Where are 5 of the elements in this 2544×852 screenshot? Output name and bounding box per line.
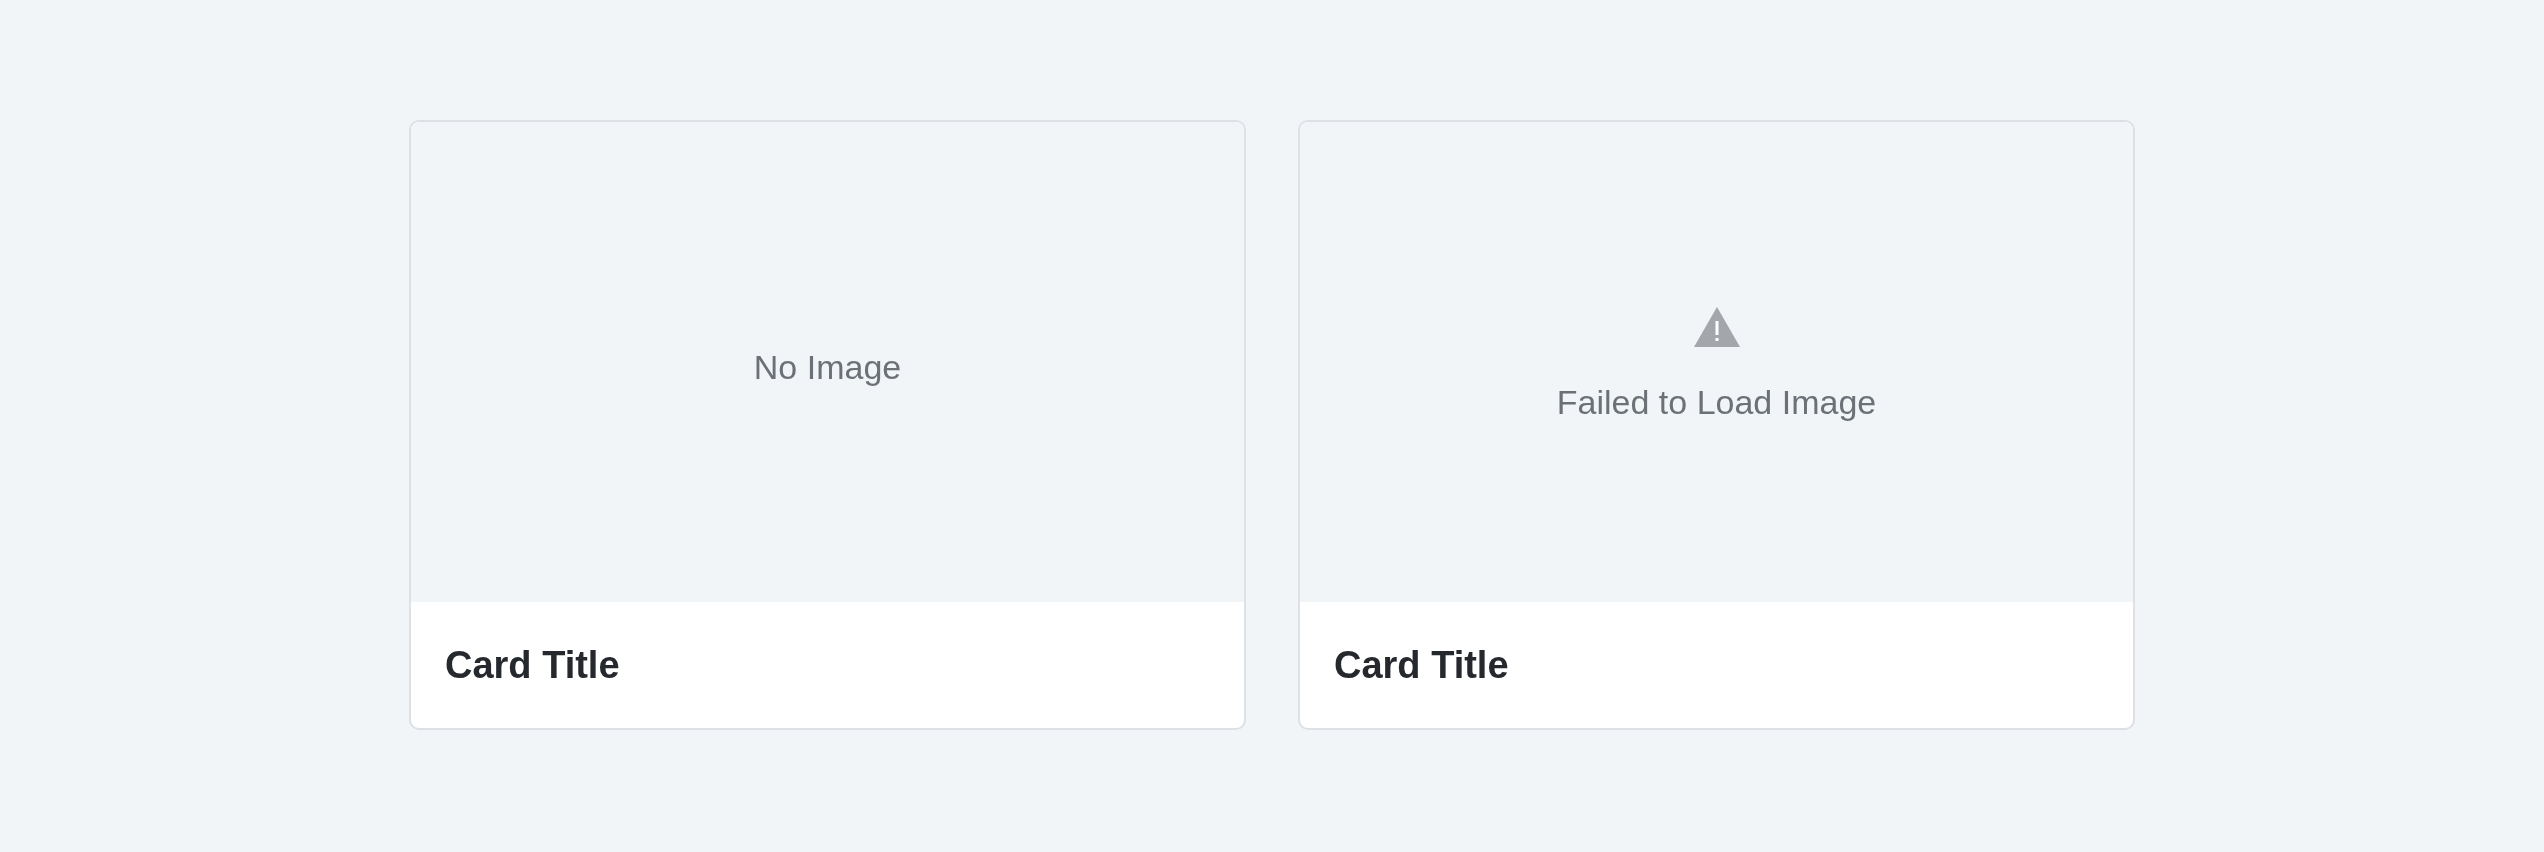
warning-icon xyxy=(1693,306,1740,347)
card-title: Card Title xyxy=(1334,642,1509,688)
card-title: Card Title xyxy=(445,642,620,688)
placeholder-message: No Image xyxy=(753,346,902,388)
placeholder-message: Failed to Load Image xyxy=(1556,381,1877,423)
